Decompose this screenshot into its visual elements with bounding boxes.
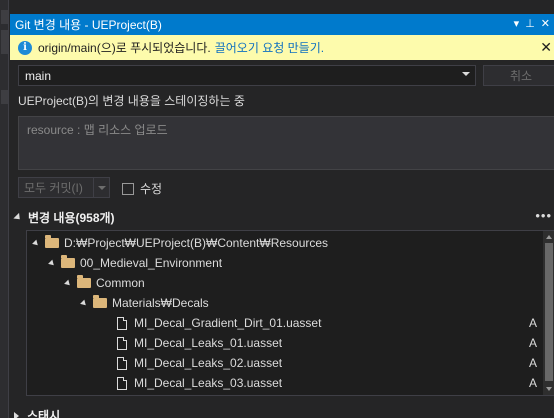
tree-file-row[interactable]: MI_Decal_Gradient_Dirt_01.uasset (117, 313, 321, 333)
commit-message-input[interactable]: resource : 맵 리소스 업로드 (18, 116, 554, 170)
folder-icon (93, 295, 107, 308)
stash-header-label: 스태시 (27, 409, 61, 418)
pin-icon[interactable]: ⊥ (525, 19, 535, 30)
file-icon (117, 316, 127, 330)
file-status-badge: A (529, 376, 538, 390)
file-status-badge: A (529, 316, 538, 330)
folder-icon (45, 235, 59, 248)
tree-item-label: MI_Decal_Gradient_Dirt_01.uasset (134, 316, 322, 330)
commit-button-group: 모두 커밋(I) (18, 177, 110, 198)
expand-triangle-icon[interactable] (80, 299, 88, 307)
close-icon[interactable]: ✕ (541, 19, 550, 30)
amend-checkbox[interactable] (122, 182, 134, 195)
staging-status-text: UEProject(B)의 변경 내용을 스테이징하는 중 (18, 94, 245, 108)
side-tab[interactable] (1, 90, 8, 104)
branch-dropdown[interactable]: main (18, 65, 476, 86)
tree-item-label: MI_Decal_Leaks_01.uasset (134, 336, 283, 350)
file-icon (117, 356, 127, 370)
info-icon: i (18, 40, 32, 55)
stash-section-header[interactable]: 스태시 (14, 407, 60, 418)
commit-all-button[interactable]: 모두 커밋(I) (19, 178, 93, 197)
chevron-down-icon (98, 186, 106, 190)
tree-item-label: Common (96, 276, 145, 290)
title-bar: Git 변경 내용 - UEProject(B) ▾ ⊥ ✕ (10, 14, 554, 35)
info-message: origin/main(으)로 푸시되었습니다. (38, 41, 211, 55)
file-status-badge: A (529, 336, 538, 350)
file-icon (117, 376, 127, 390)
left-tool-strip (0, 0, 9, 418)
folder-icon (61, 255, 75, 268)
commit-options-dropdown[interactable] (93, 178, 109, 197)
tree-folder-row[interactable]: Common (64, 273, 145, 293)
scroll-down-arrow-icon[interactable] (546, 387, 552, 391)
expand-triangle-icon[interactable] (32, 239, 40, 247)
changes-section-header[interactable]: 변경 내용(958개) (13, 209, 115, 226)
tree-item-label: D:₩Project₩UEProject(B)₩Content₩Resource… (64, 236, 329, 250)
folder-icon (77, 275, 91, 288)
window-title: Git 변경 내용 - UEProject(B) (15, 18, 162, 32)
changes-tree: D:₩Project₩UEProject(B)₩Content₩Resource… (26, 230, 554, 396)
scroll-up-arrow-icon[interactable] (546, 235, 552, 239)
file-status-badge: A (529, 356, 538, 370)
expand-triangle-icon[interactable] (64, 279, 72, 287)
tree-folder-row[interactable]: D:₩Project₩UEProject(B)₩Content₩Resource… (32, 233, 329, 253)
chevron-down-icon (462, 72, 470, 76)
collapse-triangle-icon (14, 411, 19, 418)
amend-label: 수정 (140, 182, 163, 196)
tree-item-label: Materials₩Decals (112, 296, 209, 310)
changes-header-label: 변경 내용(958개) (28, 211, 115, 225)
tree-folder-row[interactable]: Materials₩Decals (80, 293, 209, 313)
side-tab[interactable] (1, 30, 8, 54)
tree-item-label: 00_Medieval_Environment (80, 256, 223, 270)
expand-triangle-icon[interactable] (48, 259, 56, 267)
info-bar-close-icon[interactable]: ✕ (540, 39, 552, 56)
tree-file-row[interactable]: MI_Decal_Leaks_03.uasset (117, 373, 282, 393)
side-tab[interactable] (1, 10, 8, 24)
tree-folder-row[interactable]: 00_Medieval_Environment (48, 253, 223, 273)
expand-triangle-icon (13, 212, 23, 223)
scroll-thumb[interactable] (545, 243, 553, 381)
tree-item-label: MI_Decal_Leaks_03.uasset (134, 376, 283, 390)
file-icon (117, 336, 127, 350)
vertical-scrollbar[interactable] (543, 231, 554, 395)
commit-message-value: resource : 맵 리소스 업로드 (27, 123, 168, 137)
amend-option[interactable]: 수정 (122, 180, 162, 197)
tree-file-row[interactable]: MI_Decal_Leaks_01.uasset (117, 333, 282, 353)
tree-item-label: MI_Decal_Leaks_02.uasset (134, 356, 283, 370)
tree-file-row[interactable]: MI_Decal_Leaks_02.uasset (117, 353, 282, 373)
more-options-icon[interactable]: ••• (535, 208, 552, 223)
create-pull-request-link[interactable]: 끌어오기 요청 만들기. (215, 39, 324, 56)
cancel-button[interactable]: 취소 (483, 65, 554, 86)
info-bar: i origin/main(으)로 푸시되었습니다. 끌어오기 요청 만들기. … (10, 35, 554, 60)
window-position-dropdown-icon[interactable]: ▾ (514, 19, 520, 30)
branch-selected-value: main (25, 68, 52, 83)
